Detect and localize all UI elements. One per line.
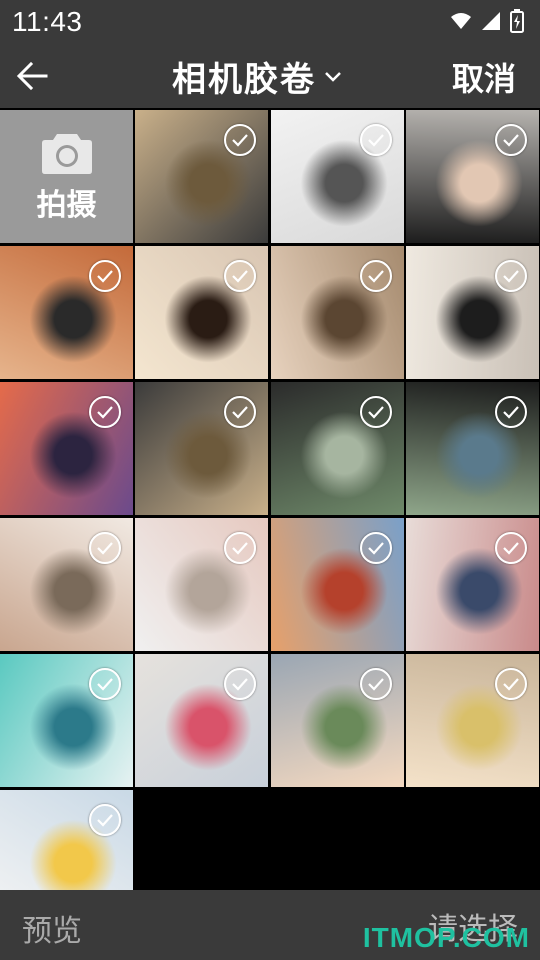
bottom-bar: 预览 请选择 ITMOP.COM: [0, 890, 540, 960]
cell-signal-icon: [482, 12, 500, 30]
check-icon: [367, 134, 384, 147]
camera-icon: [41, 133, 92, 174]
select-checkbox[interactable]: [89, 260, 121, 292]
camera-tile[interactable]: 拍摄: [0, 110, 133, 243]
photo-thumbnail[interactable]: [135, 246, 269, 379]
status-icons: [450, 6, 524, 36]
check-icon: [503, 542, 519, 555]
photo-thumbnail[interactable]: [0, 518, 133, 651]
select-checkbox[interactable]: [359, 668, 392, 700]
check-icon: [232, 542, 249, 555]
preview-button[interactable]: 预览: [22, 906, 82, 950]
select-checkbox[interactable]: [89, 532, 121, 564]
select-checkbox[interactable]: [359, 532, 392, 564]
check-icon: [232, 406, 249, 419]
photo-thumbnail[interactable]: [270, 382, 404, 515]
photo-thumbnail[interactable]: [270, 518, 404, 651]
photo-thumbnail[interactable]: [135, 110, 269, 243]
select-checkbox[interactable]: [89, 396, 121, 428]
photo-thumbnail[interactable]: [405, 518, 539, 651]
photo-thumbnail[interactable]: [270, 110, 404, 243]
check-icon: [367, 270, 384, 283]
check-icon: [367, 678, 384, 691]
select-checkbox[interactable]: [494, 124, 527, 156]
album-title: 相机胶卷: [172, 59, 316, 100]
check-icon: [232, 134, 249, 147]
check-icon: [232, 270, 249, 283]
chevron-down-icon: [325, 72, 341, 82]
photo-thumbnail[interactable]: [405, 654, 539, 787]
select-checkbox[interactable]: [359, 260, 392, 292]
photo-thumbnail[interactable]: [405, 246, 539, 379]
check-icon: [367, 406, 384, 419]
photo-thumbnail[interactable]: [0, 246, 133, 379]
status-time: 11:43: [12, 6, 83, 37]
check-icon: [97, 814, 113, 827]
check-icon: [232, 678, 249, 691]
check-icon: [503, 678, 519, 691]
camera-label: 拍摄: [36, 187, 97, 223]
select-checkbox[interactable]: [89, 668, 121, 700]
check-icon: [97, 542, 113, 555]
back-button[interactable]: [14, 56, 54, 96]
battery-icon: [510, 9, 524, 33]
select-checkbox[interactable]: [494, 532, 527, 564]
photo-grid: 拍摄: [0, 110, 540, 923]
check-icon: [97, 270, 113, 283]
check-icon: [367, 542, 384, 555]
select-checkbox[interactable]: [359, 124, 392, 156]
header: 相机胶卷 取消: [0, 44, 540, 108]
photo-thumbnail[interactable]: [405, 110, 539, 243]
select-checkbox[interactable]: [494, 396, 527, 428]
select-checkbox[interactable]: [494, 260, 527, 292]
photo-thumbnail[interactable]: [0, 382, 133, 515]
photo-thumbnail[interactable]: [405, 382, 539, 515]
photo-thumbnail[interactable]: [270, 654, 404, 787]
cancel-button[interactable]: 取消: [452, 54, 516, 100]
status-bar: 11:43: [0, 0, 540, 44]
photo-thumbnail[interactable]: [135, 518, 269, 651]
photo-thumbnail[interactable]: [0, 654, 133, 787]
select-checkbox[interactable]: [359, 396, 392, 428]
check-icon: [503, 270, 519, 283]
photo-thumbnail[interactable]: [135, 382, 269, 515]
check-icon: [97, 406, 113, 419]
watermark: ITMOP.COM: [362, 922, 530, 953]
photo-thumbnail[interactable]: [135, 654, 269, 787]
check-icon: [503, 134, 519, 147]
check-icon: [503, 406, 519, 419]
photo-thumbnail[interactable]: [270, 246, 404, 379]
select-checkbox[interactable]: [89, 804, 121, 836]
select-checkbox[interactable]: [494, 668, 527, 700]
arrow-left-icon: [16, 61, 48, 91]
album-selector[interactable]: 相机胶卷: [172, 50, 342, 102]
check-icon: [97, 678, 113, 691]
wifi-icon: [451, 13, 471, 29]
